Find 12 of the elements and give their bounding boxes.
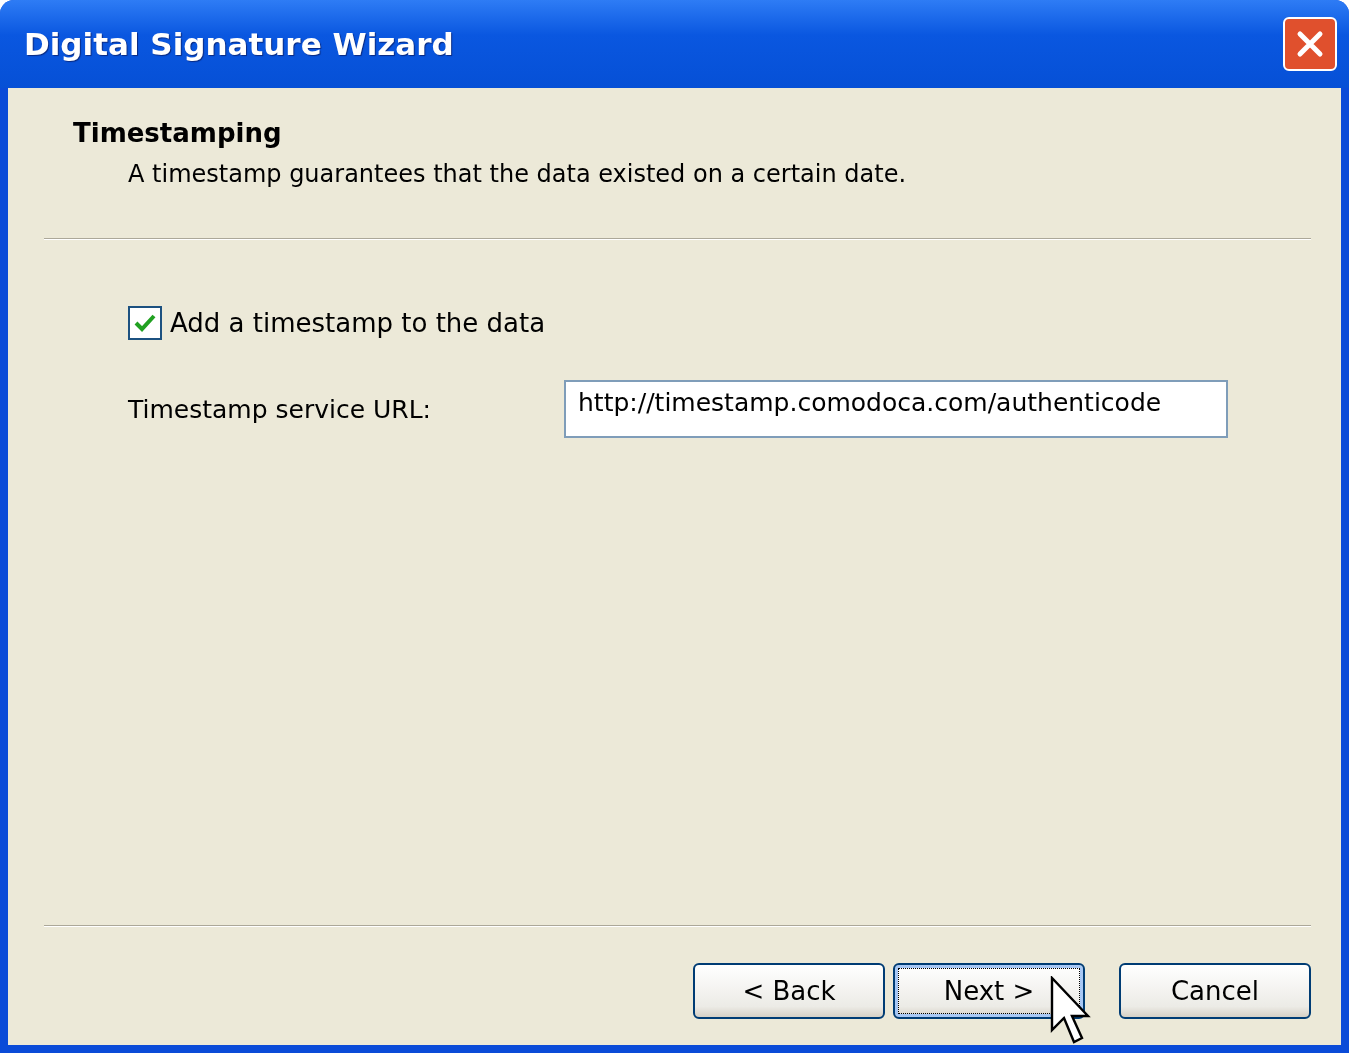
close-button[interactable]	[1283, 17, 1337, 71]
wizard-button[interactable]: Next >	[893, 963, 1085, 1019]
wizard-button[interactable]: < Back	[693, 963, 885, 1019]
page-title: Timestamping	[73, 118, 283, 148]
window-title: Digital Signature Wizard	[24, 26, 454, 62]
url-label: Timestamp service URL:	[128, 394, 432, 424]
page-subtitle: A timestamp guarantees that the data existed on a certain date.	[127, 160, 908, 188]
timestamp-checkbox[interactable]: Add a timestamp to the data	[128, 306, 1311, 340]
wizard-button[interactable]: Cancel	[1119, 963, 1311, 1019]
close-icon	[1295, 29, 1325, 59]
url-field[interactable]: http://timestamp.comodoca.com/authenticode	[564, 380, 1228, 438]
checkbox[interactable]	[128, 306, 162, 340]
